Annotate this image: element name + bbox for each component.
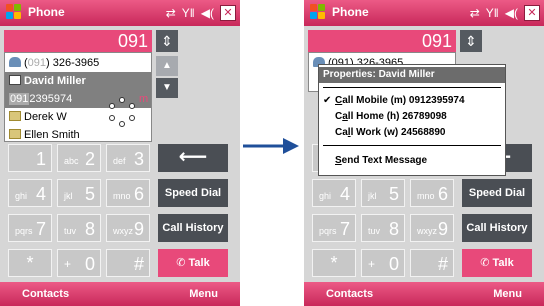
speed-dial-button[interactable]: Speed Dial	[462, 179, 532, 207]
close-icon[interactable]: ✕	[524, 5, 540, 21]
menu-softkey[interactable]: Menu	[189, 288, 218, 300]
key-8[interactable]: tuv 8	[361, 214, 405, 242]
contact-card-icon	[9, 75, 21, 85]
contact-card-icon	[9, 111, 21, 121]
key-5[interactable]: jkl 5	[57, 179, 101, 207]
key-4[interactable]: ghi 4	[8, 179, 52, 207]
dialed-number-field[interactable]: 091	[4, 30, 152, 52]
key-9[interactable]: wxyz 9	[410, 214, 454, 242]
volume-icon[interactable]: ◀(	[201, 6, 214, 20]
app-title: Phone	[28, 5, 65, 19]
phone-handset-icon: ✆	[176, 257, 189, 269]
key-3[interactable]: def3	[106, 144, 150, 172]
soft-key-bar: Contacts Menu	[0, 282, 240, 306]
call-history-button[interactable]: Call History	[462, 214, 532, 242]
start-icon[interactable]	[310, 4, 326, 20]
key-6[interactable]: mno 6	[106, 179, 150, 207]
connectivity-icon[interactable]: ⇄	[470, 6, 480, 20]
dialed-number-field[interactable]: 091	[308, 30, 456, 52]
key-7[interactable]: pqrs 7	[312, 214, 356, 242]
contacts-softkey[interactable]: Contacts	[22, 288, 69, 300]
key-7[interactable]: pqrs 7	[8, 214, 52, 242]
menu-separator	[323, 145, 501, 146]
contact-card-icon	[9, 129, 21, 139]
speed-dial-button[interactable]: Speed Dial	[158, 179, 228, 207]
menu-item-call-mobile[interactable]: ✔ Call Mobile (m) 0912395974	[319, 93, 505, 109]
key-6[interactable]: mno 6	[410, 179, 454, 207]
key-hash[interactable]: #	[106, 249, 150, 277]
key-star[interactable]: *	[8, 249, 52, 277]
key-2[interactable]: abc2	[57, 144, 101, 172]
checkmark-icon: ✔	[323, 95, 332, 106]
backspace-icon: ⟵	[178, 146, 208, 168]
key-1[interactable]: 1	[8, 144, 52, 172]
menu-item-call-home[interactable]: Call Home (h) 26789098	[319, 109, 505, 125]
title-bar: Phone ⇄ Y‖ ◀( ✕	[0, 0, 240, 26]
close-icon[interactable]: ✕	[220, 5, 236, 21]
key-hash[interactable]: #	[410, 249, 454, 277]
busy-spinner-icon	[107, 97, 137, 127]
key-0[interactable]: +0	[57, 249, 101, 277]
phone-screen-right: Phone ⇄ Y‖ ◀( ✕ 091 ⇕ (091) 326-3965 1 a…	[304, 0, 544, 306]
connectivity-icon[interactable]: ⇄	[166, 6, 176, 20]
backspace-button[interactable]: ⟵	[158, 144, 228, 172]
phone-handset-icon: ✆	[480, 257, 493, 269]
menu-separator	[323, 87, 501, 88]
context-menu: Properties: David Miller ✔ Call Mobile (m…	[318, 64, 506, 176]
key-4[interactable]: ghi 4	[312, 179, 356, 207]
phone-screen-left: Phone ⇄ Y‖ ◀( ✕ 091 ⇕ (091) 326-3965 Dav…	[0, 0, 240, 306]
scroll-down-button[interactable]: ▼	[156, 78, 178, 98]
menu-softkey[interactable]: Menu	[493, 288, 522, 300]
contacts-softkey[interactable]: Contacts	[326, 288, 373, 300]
soft-key-bar: Contacts Menu	[304, 282, 544, 306]
app-title: Phone	[332, 5, 369, 19]
start-icon[interactable]	[6, 4, 22, 20]
signal-icon[interactable]: Y‖	[486, 6, 499, 20]
key-0[interactable]: +0	[361, 249, 405, 277]
list-item[interactable]: Ellen Smith	[5, 126, 151, 144]
menu-item-send-text[interactable]: Send Text Message	[319, 153, 505, 169]
key-5[interactable]: jkl 5	[361, 179, 405, 207]
contact-match-list[interactable]: (091) 326-3965 David Miller 0912395974 m…	[4, 52, 152, 142]
talk-button[interactable]: ✆ Talk	[158, 249, 228, 277]
list-item-selected[interactable]: David Miller	[5, 72, 151, 90]
call-history-button[interactable]: Call History	[158, 214, 228, 242]
scroll-up-button[interactable]: ▲	[156, 56, 178, 76]
list-item[interactable]: (091) 326-3965	[5, 54, 151, 72]
key-star[interactable]: *	[312, 249, 356, 277]
people-icon	[9, 57, 21, 67]
talk-button[interactable]: ✆ Talk	[462, 249, 532, 277]
menu-item-properties[interactable]: Properties: David Miller	[319, 67, 505, 83]
up-down-icon[interactable]: ⇕	[156, 30, 178, 52]
title-bar: Phone ⇄ Y‖ ◀( ✕	[304, 0, 544, 26]
key-9[interactable]: wxyz 9	[106, 214, 150, 242]
menu-item-call-work[interactable]: Call Work (w) 24568890	[319, 125, 505, 141]
volume-icon[interactable]: ◀(	[505, 6, 518, 20]
signal-icon[interactable]: Y‖	[182, 6, 195, 20]
key-8[interactable]: tuv 8	[57, 214, 101, 242]
up-down-icon[interactable]: ⇕	[460, 30, 482, 52]
transition-arrow-icon	[243, 138, 299, 154]
